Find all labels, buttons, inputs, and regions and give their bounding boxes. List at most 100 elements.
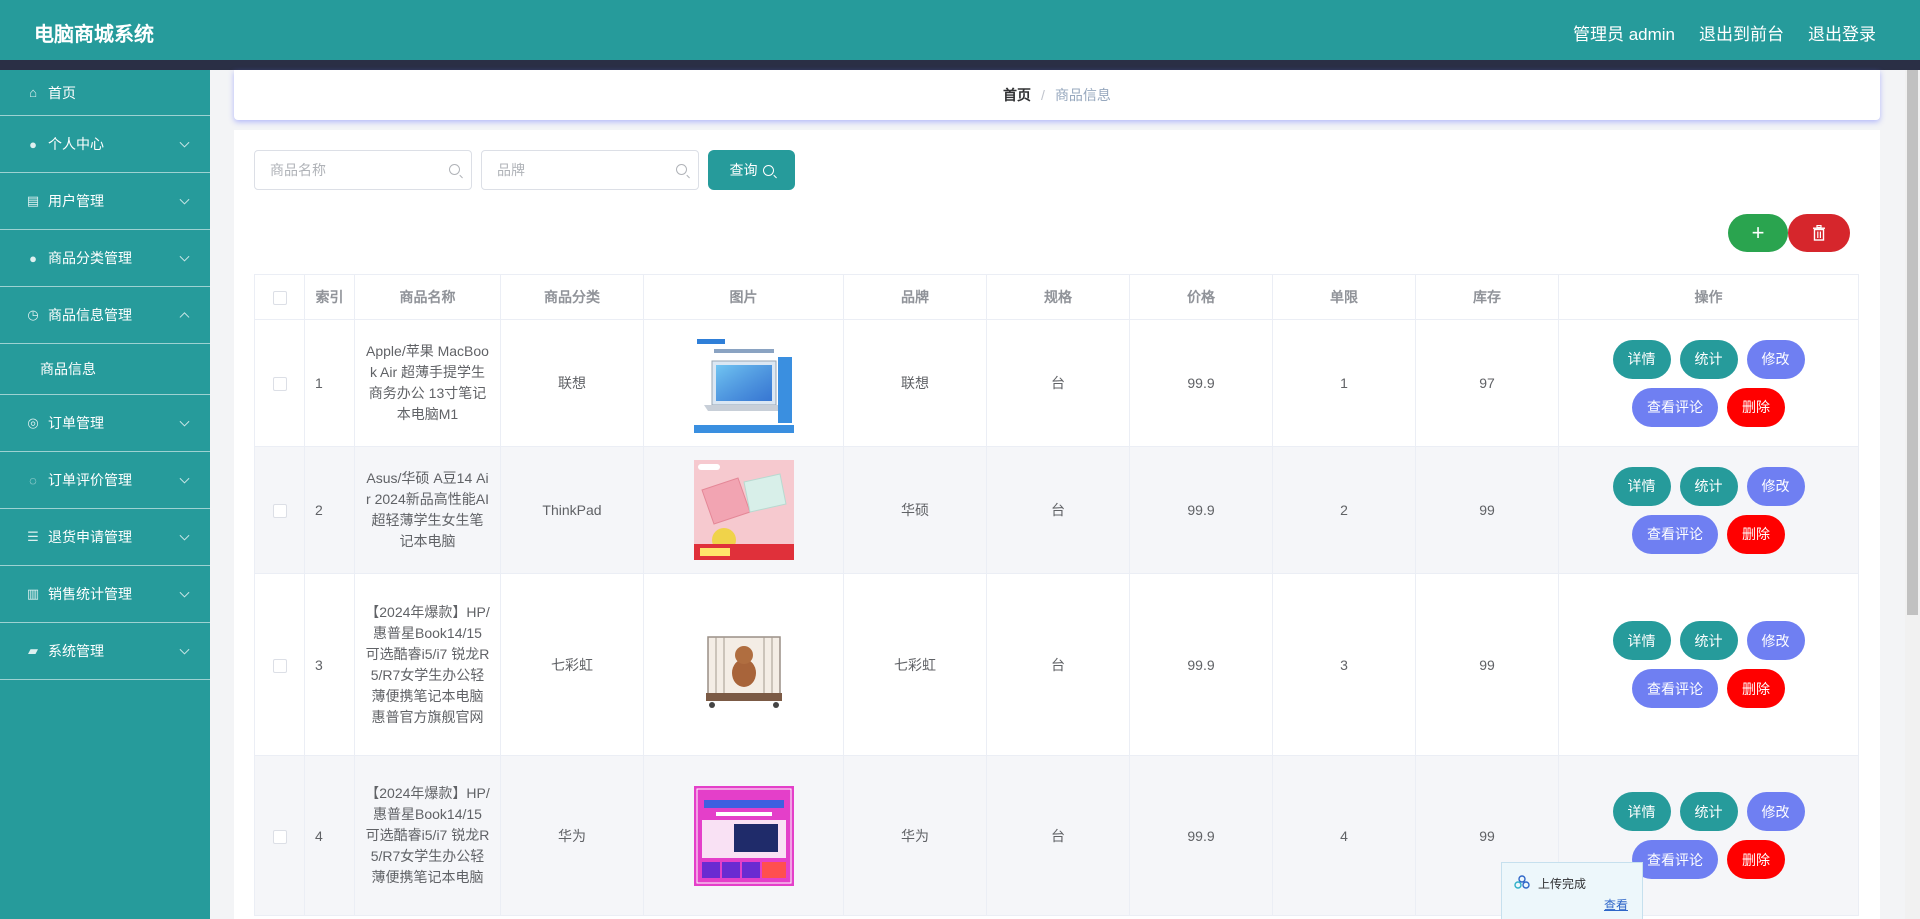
detail-button[interactable]: 详情: [1612, 621, 1671, 660]
sidebar-item-home[interactable]: ⌂ 首页: [0, 70, 210, 116]
sidebar-item-label: 订单管理: [48, 415, 104, 431]
product-spec: 台: [986, 319, 1130, 447]
edit-button[interactable]: 修改: [1746, 621, 1805, 660]
view-reviews-button[interactable]: 查看评论: [1632, 669, 1718, 708]
product-name-input[interactable]: [255, 151, 471, 189]
row-checkbox[interactable]: [272, 377, 287, 392]
product-category: ThinkPad: [500, 446, 644, 574]
view-reviews-button[interactable]: 查看评论: [1632, 387, 1718, 427]
product-category: 七彩虹: [500, 573, 644, 756]
row-actions: 详情 统计 修改 查看评论 删除: [1558, 573, 1859, 756]
row-select-cell: [254, 755, 305, 916]
sidebar-item-order-management[interactable]: ◎ 订单管理: [0, 395, 210, 452]
header-links: 管理员 admin 退出到前台 退出登录: [1573, 20, 1876, 45]
product-price: 99.9: [1129, 755, 1273, 916]
edit-button[interactable]: 修改: [1746, 792, 1805, 831]
user-icon: ●: [29, 136, 37, 152]
stats-button[interactable]: 统计: [1679, 621, 1738, 660]
product-image-thumbnail[interactable]: [693, 460, 794, 560]
chevron-down-icon: [179, 530, 190, 541]
delete-button[interactable]: 删除: [1727, 514, 1785, 554]
delete-button[interactable]: 删除: [1727, 669, 1785, 708]
sidebar-item-personal-center[interactable]: ● 个人中心: [0, 116, 210, 173]
brand-search[interactable]: [481, 150, 699, 190]
plus-icon: +: [1751, 220, 1765, 245]
view-reviews-button[interactable]: 查看评论: [1632, 514, 1718, 554]
edit-button[interactable]: 修改: [1746, 466, 1805, 506]
stats-button[interactable]: 统计: [1679, 466, 1738, 506]
row-index: 3: [304, 573, 355, 756]
globe-icon: ◎: [27, 415, 39, 430]
product-name-search[interactable]: [254, 150, 472, 190]
breadcrumb-home[interactable]: 首页: [1003, 85, 1031, 105]
delete-button[interactable]: 删除: [1727, 387, 1785, 427]
user-icon: ●: [29, 250, 37, 266]
sidebar-subitem-product-info[interactable]: 商品信息: [0, 344, 210, 395]
stats-button[interactable]: 统计: [1679, 792, 1738, 831]
sidebar-item-system-management[interactable]: ▰ 系统管理: [0, 623, 210, 680]
logout-link[interactable]: 退出登录: [1808, 20, 1876, 45]
product-brand: 华为: [843, 755, 987, 916]
query-button-label: 查询: [729, 162, 758, 178]
column-header-index: 索引: [304, 274, 355, 320]
detail-button[interactable]: 详情: [1612, 466, 1671, 506]
search-icon: [449, 164, 460, 175]
query-button[interactable]: 查询: [708, 150, 795, 190]
product-spec: 台: [986, 446, 1130, 574]
batch-delete-button[interactable]: [1788, 214, 1850, 252]
view-reviews-button[interactable]: 查看评论: [1632, 840, 1718, 879]
brand-input[interactable]: [482, 151, 698, 189]
sidebar-item-sales-stats[interactable]: ▥ 销售统计管理: [0, 566, 210, 623]
admin-label: 管理员 admin: [1572, 25, 1675, 44]
select-all-cell: [254, 274, 305, 320]
product-image-thumbnail[interactable]: [693, 333, 794, 433]
product-stock: 99: [1415, 446, 1559, 574]
product-price: 99.9: [1129, 446, 1273, 574]
clock-icon: ◷: [27, 307, 39, 322]
column-header-price: 价格: [1129, 274, 1273, 320]
upload-toast-view-link[interactable]: 查看: [1604, 896, 1628, 913]
sidebar-item-category-management[interactable]: ● 商品分类管理: [0, 230, 210, 287]
delete-button[interactable]: 删除: [1727, 840, 1785, 879]
upload-toast: 上传完成 查看: [1501, 862, 1643, 919]
edit-button[interactable]: 修改: [1746, 339, 1805, 379]
settings-icon: ▰: [28, 643, 38, 658]
row-checkbox[interactable]: [272, 504, 287, 519]
chevron-down-icon: [179, 251, 190, 262]
column-header-spec: 规格: [986, 274, 1130, 320]
add-button[interactable]: +: [1728, 214, 1788, 252]
product-category: 联想: [500, 319, 644, 447]
page-scrollbar-thumb[interactable]: [1907, 70, 1918, 615]
main-content: 查询 + 索引 商品名称 商品分类 图片 品牌 规格: [234, 130, 1880, 919]
product-image-thumbnail[interactable]: [693, 785, 794, 886]
sidebar-item-return-management[interactable]: ☰ 退货申请管理: [0, 509, 210, 566]
row-select-cell: [254, 573, 305, 756]
home-icon: ⌂: [29, 85, 37, 100]
detail-button[interactable]: 详情: [1612, 339, 1671, 379]
chevron-down-icon: [179, 194, 190, 205]
stats-button[interactable]: 统计: [1679, 339, 1738, 379]
row-checkbox[interactable]: [272, 829, 287, 844]
search-icon: [762, 164, 774, 176]
upload-status-icon: [1514, 875, 1530, 889]
product-brand: 联想: [843, 319, 987, 447]
product-stock: 97: [1415, 319, 1559, 447]
compass-icon: ◌: [29, 472, 37, 488]
select-all-checkbox[interactable]: [272, 291, 287, 306]
sidebar-item-label: 首页: [48, 84, 76, 101]
sidebar-item-product-management[interactable]: ◷ 商品信息管理: [0, 287, 210, 344]
sidebar-item-label: 商品信息管理: [48, 307, 132, 323]
row-checkbox[interactable]: [272, 658, 287, 673]
product-brand: 七彩虹: [843, 573, 987, 756]
product-limit: 2: [1272, 446, 1416, 574]
sidebar-item-user-management[interactable]: ▤ 用户管理: [0, 173, 210, 230]
table-row: 1 Apple/苹果 MacBook Air 超薄手提学生商务办公 13寸笔记本…: [254, 319, 1859, 447]
exit-to-front-link[interactable]: 退出到前台: [1699, 20, 1784, 45]
row-actions: 详情 统计 修改 查看评论 删除: [1558, 319, 1859, 447]
product-image-thumbnail[interactable]: [693, 614, 794, 715]
chevron-down-icon: [179, 587, 190, 598]
detail-button[interactable]: 详情: [1612, 792, 1671, 831]
sidebar-item-label: 用户管理: [48, 193, 104, 209]
row-select-cell: [254, 446, 305, 574]
sidebar-item-review-management[interactable]: ◌ 订单评价管理: [0, 452, 210, 509]
